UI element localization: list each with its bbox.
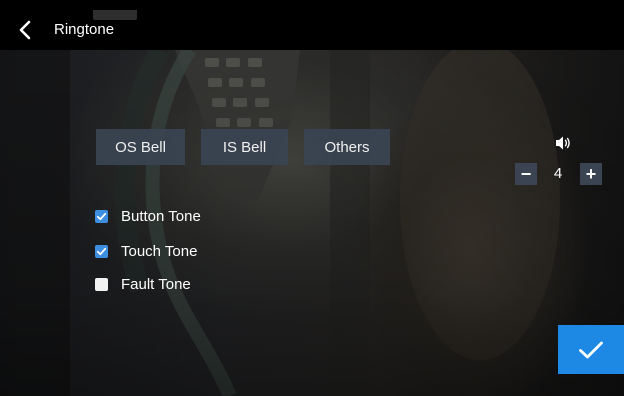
touch-tone-option[interactable]: Touch Tone: [95, 240, 197, 262]
touch-tone-checkbox[interactable]: [95, 244, 108, 258]
ringtone-screen: Ringtone OS Bell IS Bell Others − 4 + Bu…: [0, 0, 624, 396]
header-bar: Ringtone: [0, 10, 624, 50]
button-tone-checkbox[interactable]: [95, 209, 108, 223]
volume-decrease-button[interactable]: −: [515, 163, 537, 185]
button-tone-option[interactable]: Button Tone: [95, 205, 201, 227]
fault-tone-option[interactable]: Fault Tone: [95, 273, 191, 295]
back-button[interactable]: [10, 14, 40, 46]
speaker-icon: [556, 136, 570, 150]
checkmark-icon: [96, 212, 107, 220]
confirm-button[interactable]: [558, 325, 624, 374]
page-title: Ringtone: [54, 21, 115, 38]
button-tone-label: Button Tone: [121, 207, 201, 225]
background-photo: [0, 50, 624, 396]
volume-increase-button[interactable]: +: [580, 163, 602, 185]
touch-tone-label: Touch Tone: [121, 242, 198, 260]
checkmark-icon: [579, 341, 603, 358]
background-shade: [0, 50, 624, 396]
fault-tone-checkbox[interactable]: [95, 277, 108, 291]
chevron-left-icon: [19, 20, 31, 40]
tab-os-bell[interactable]: OS Bell: [96, 129, 185, 165]
volume-level: 4: [553, 165, 563, 182]
tab-others[interactable]: Others: [304, 129, 390, 165]
fault-tone-label: Fault Tone: [121, 275, 191, 293]
tab-is-bell[interactable]: IS Bell: [201, 129, 288, 165]
checkmark-icon: [96, 247, 107, 255]
